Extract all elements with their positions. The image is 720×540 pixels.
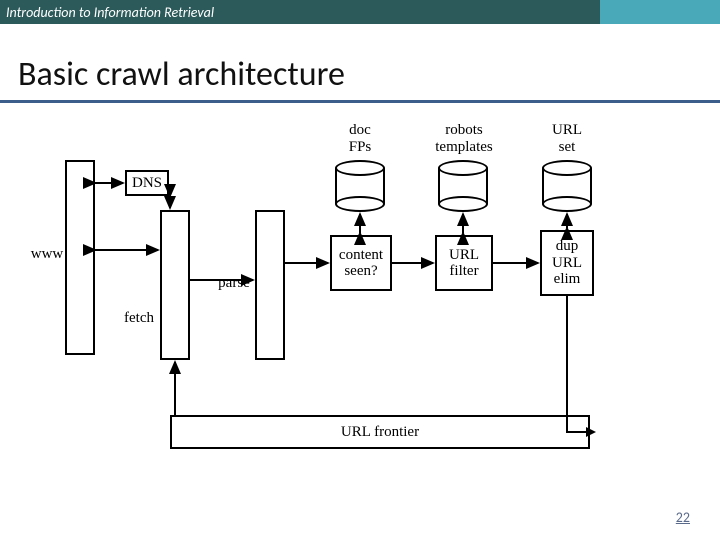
box-www-slot <box>65 160 95 355</box>
label-doc-fps: doc FPs <box>332 122 388 155</box>
box-url-filter: URL filter <box>435 235 493 291</box>
label-www: www <box>30 246 64 263</box>
title-underline <box>0 100 720 103</box>
label-url-set: URL set <box>540 122 594 155</box>
box-dup-url-elim: dup URL elim <box>540 230 594 296</box>
diagram: www DNS fetch parse content seen? URL fi… <box>30 120 690 480</box>
label-parse: parse <box>214 275 254 292</box>
store-doc-fps <box>335 160 385 212</box>
slide-header: Introduction to Information Retrieval <box>0 0 720 24</box>
box-content-seen: content seen? <box>330 235 392 291</box>
label-content-seen: content seen? <box>339 247 383 280</box>
label-fetch: fetch <box>121 310 157 327</box>
box-parse-slot <box>255 210 285 360</box>
store-robots-templates <box>438 160 488 212</box>
box-url-frontier: URL frontier <box>170 415 590 449</box>
label-dns: DNS <box>132 175 162 192</box>
label-robots-templates: robots templates <box>425 122 503 155</box>
label-url-frontier: URL frontier <box>341 424 419 441</box>
label-url-filter: URL filter <box>449 247 479 280</box>
box-dns: DNS <box>125 170 169 196</box>
page-number: 22 <box>676 509 690 526</box>
box-fetch-slot <box>160 210 190 360</box>
header-accent <box>600 0 720 24</box>
store-url-set <box>542 160 592 212</box>
slide-title: Basic crawl architecture <box>18 54 345 95</box>
label-dup-url-elim: dup URL elim <box>552 238 582 288</box>
course-title: Introduction to Information Retrieval <box>0 4 214 21</box>
